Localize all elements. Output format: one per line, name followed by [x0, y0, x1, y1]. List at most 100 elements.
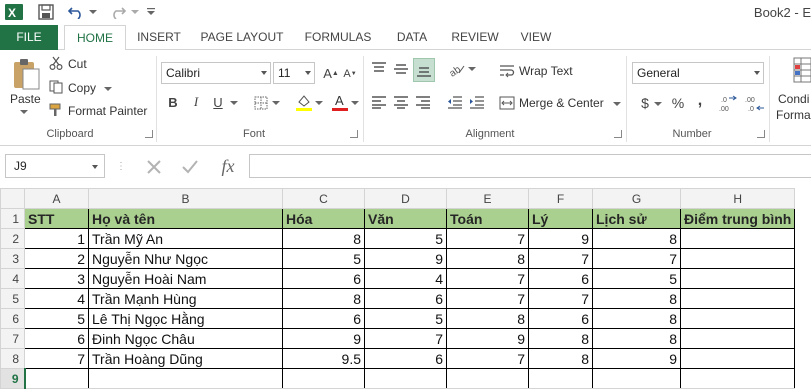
cell-math[interactable]: 8	[446, 308, 529, 329]
cell-history[interactable]: 8	[592, 328, 681, 349]
cell-header-chemistry[interactable]: Hóa	[282, 208, 365, 229]
cell-average[interactable]	[679, 328, 796, 349]
customize-toolbar-icon[interactable]	[146, 2, 156, 22]
cell-history[interactable]: 5	[592, 268, 681, 289]
cell-literature[interactable]: 6	[364, 288, 447, 309]
cell-header-physics[interactable]: Lý	[528, 208, 593, 229]
font-color-dropdown-icon[interactable]	[351, 99, 359, 107]
conditional-formatting-icon[interactable]	[790, 56, 811, 84]
cell-header-history[interactable]: Lịch sử	[592, 208, 681, 229]
wrap-text-label[interactable]: Wrap Text	[519, 64, 573, 78]
cell-math[interactable]: 7	[446, 268, 529, 289]
cell-header-name[interactable]: Họ và tên	[88, 208, 283, 229]
cell-stt[interactable]: 4	[24, 288, 89, 309]
insert-function-button[interactable]: fx	[214, 154, 242, 178]
empty-cell[interactable]	[24, 368, 89, 389]
increase-decimal-icon[interactable]: .0.00	[718, 93, 740, 113]
column-header-h[interactable]: H	[679, 188, 796, 209]
cell-header-stt[interactable]: STT	[24, 208, 89, 229]
cell-literature[interactable]: 5	[364, 228, 447, 249]
row-header[interactable]: 7	[0, 328, 25, 349]
cell-average[interactable]	[679, 348, 796, 369]
font-name-select[interactable]: Calibri	[161, 62, 271, 84]
cell-history[interactable]: 8	[592, 228, 681, 249]
cell-header-literature[interactable]: Văn	[364, 208, 447, 229]
tab-view[interactable]: VIEW	[514, 25, 558, 50]
cell-stt[interactable]: 2	[24, 248, 89, 269]
cell-name[interactable]: Trần Hoàng Dũng	[88, 348, 283, 369]
column-header-a[interactable]: A	[24, 188, 89, 209]
underline-button[interactable]: U	[210, 93, 226, 111]
number-format-select[interactable]: General	[632, 62, 764, 84]
column-header-f[interactable]: F	[528, 188, 593, 209]
merge-center-icon[interactable]	[498, 94, 516, 112]
cell-math[interactable]: 7	[446, 348, 529, 369]
shrink-font-icon[interactable]: A ▼	[342, 66, 358, 82]
format-painter-label[interactable]: Format Painter	[68, 104, 147, 118]
column-header-d[interactable]: D	[364, 188, 447, 209]
font-size-select[interactable]: 11	[273, 62, 315, 84]
currency-dropdown-icon[interactable]	[654, 100, 662, 108]
fill-color-dropdown-icon[interactable]	[315, 99, 323, 107]
align-left-icon[interactable]	[370, 93, 388, 111]
alignment-launcher-icon[interactable]	[614, 130, 622, 138]
row-header[interactable]: 5	[0, 288, 25, 309]
cell-physics[interactable]: 8	[528, 328, 593, 349]
empty-cell[interactable]	[364, 368, 447, 389]
tab-page-layout[interactable]: PAGE LAYOUT	[196, 25, 288, 50]
cell-average[interactable]	[679, 308, 796, 329]
cell-physics[interactable]: 8	[528, 348, 593, 369]
empty-cell[interactable]	[282, 368, 365, 389]
bold-button[interactable]: B	[165, 93, 181, 111]
enter-icon[interactable]	[178, 156, 202, 178]
cell-physics[interactable]: 6	[528, 268, 593, 289]
align-center-icon[interactable]	[392, 93, 410, 111]
tab-review[interactable]: REVIEW	[446, 25, 504, 50]
cell-name[interactable]: Lê Thị Ngọc Hằng	[88, 308, 283, 329]
cell-stt[interactable]: 5	[24, 308, 89, 329]
decrease-decimal-icon[interactable]: .00.0	[744, 93, 766, 113]
conditional-formatting-label[interactable]: Condi	[778, 92, 809, 106]
empty-cell[interactable]	[88, 368, 283, 389]
orientation-dropdown-icon[interactable]	[468, 65, 476, 73]
cell-history[interactable]: 9	[592, 348, 681, 369]
column-header-g[interactable]: G	[592, 188, 681, 209]
font-color-icon[interactable]: A	[330, 92, 350, 112]
cell-chemistry[interactable]: 9	[282, 328, 365, 349]
cell-history[interactable]: 8	[592, 308, 681, 329]
cell-name[interactable]: Nguyễn Hoài Nam	[88, 268, 283, 289]
cell-chemistry[interactable]: 8	[282, 228, 365, 249]
bottom-align-icon[interactable]	[413, 58, 435, 82]
underline-dropdown-icon[interactable]	[230, 99, 238, 107]
empty-cell[interactable]	[679, 368, 796, 389]
grow-font-icon[interactable]: A ▲	[322, 64, 340, 82]
top-align-icon[interactable]	[370, 60, 388, 78]
cancel-icon[interactable]	[142, 156, 166, 178]
redo-icon[interactable]	[108, 2, 128, 22]
undo-icon[interactable]	[66, 2, 86, 22]
redo-dropdown-icon[interactable]	[130, 2, 140, 22]
undo-dropdown-icon[interactable]	[88, 2, 98, 22]
cell-header-average[interactable]: Điểm trung bình	[679, 208, 796, 229]
tab-file[interactable]: FILE	[0, 25, 58, 50]
cell-stt[interactable]: 1	[24, 228, 89, 249]
cell-name[interactable]: Đinh Ngọc Châu	[88, 328, 283, 349]
cell-history[interactable]: 8	[592, 288, 681, 309]
font-launcher-icon[interactable]	[350, 130, 358, 138]
fill-color-icon[interactable]	[294, 92, 314, 112]
row-header[interactable]: 4	[0, 268, 25, 289]
empty-cell[interactable]	[446, 368, 529, 389]
currency-button[interactable]: $	[638, 94, 652, 112]
formula-input[interactable]	[249, 154, 811, 178]
number-launcher-icon[interactable]	[757, 130, 765, 138]
merge-center-label[interactable]: Merge & Center	[519, 96, 604, 110]
cell-literature[interactable]: 4	[364, 268, 447, 289]
row-header[interactable]: 2	[0, 228, 25, 249]
cell-name[interactable]: Trần Mỹ An	[88, 228, 283, 249]
tab-formulas[interactable]: FORMULAS	[298, 25, 378, 50]
empty-cell[interactable]	[592, 368, 681, 389]
cell-average[interactable]	[679, 268, 796, 289]
row-header[interactable]: 8	[0, 348, 25, 369]
cell-physics[interactable]: 7	[528, 288, 593, 309]
row-header[interactable]: 3	[0, 248, 25, 269]
